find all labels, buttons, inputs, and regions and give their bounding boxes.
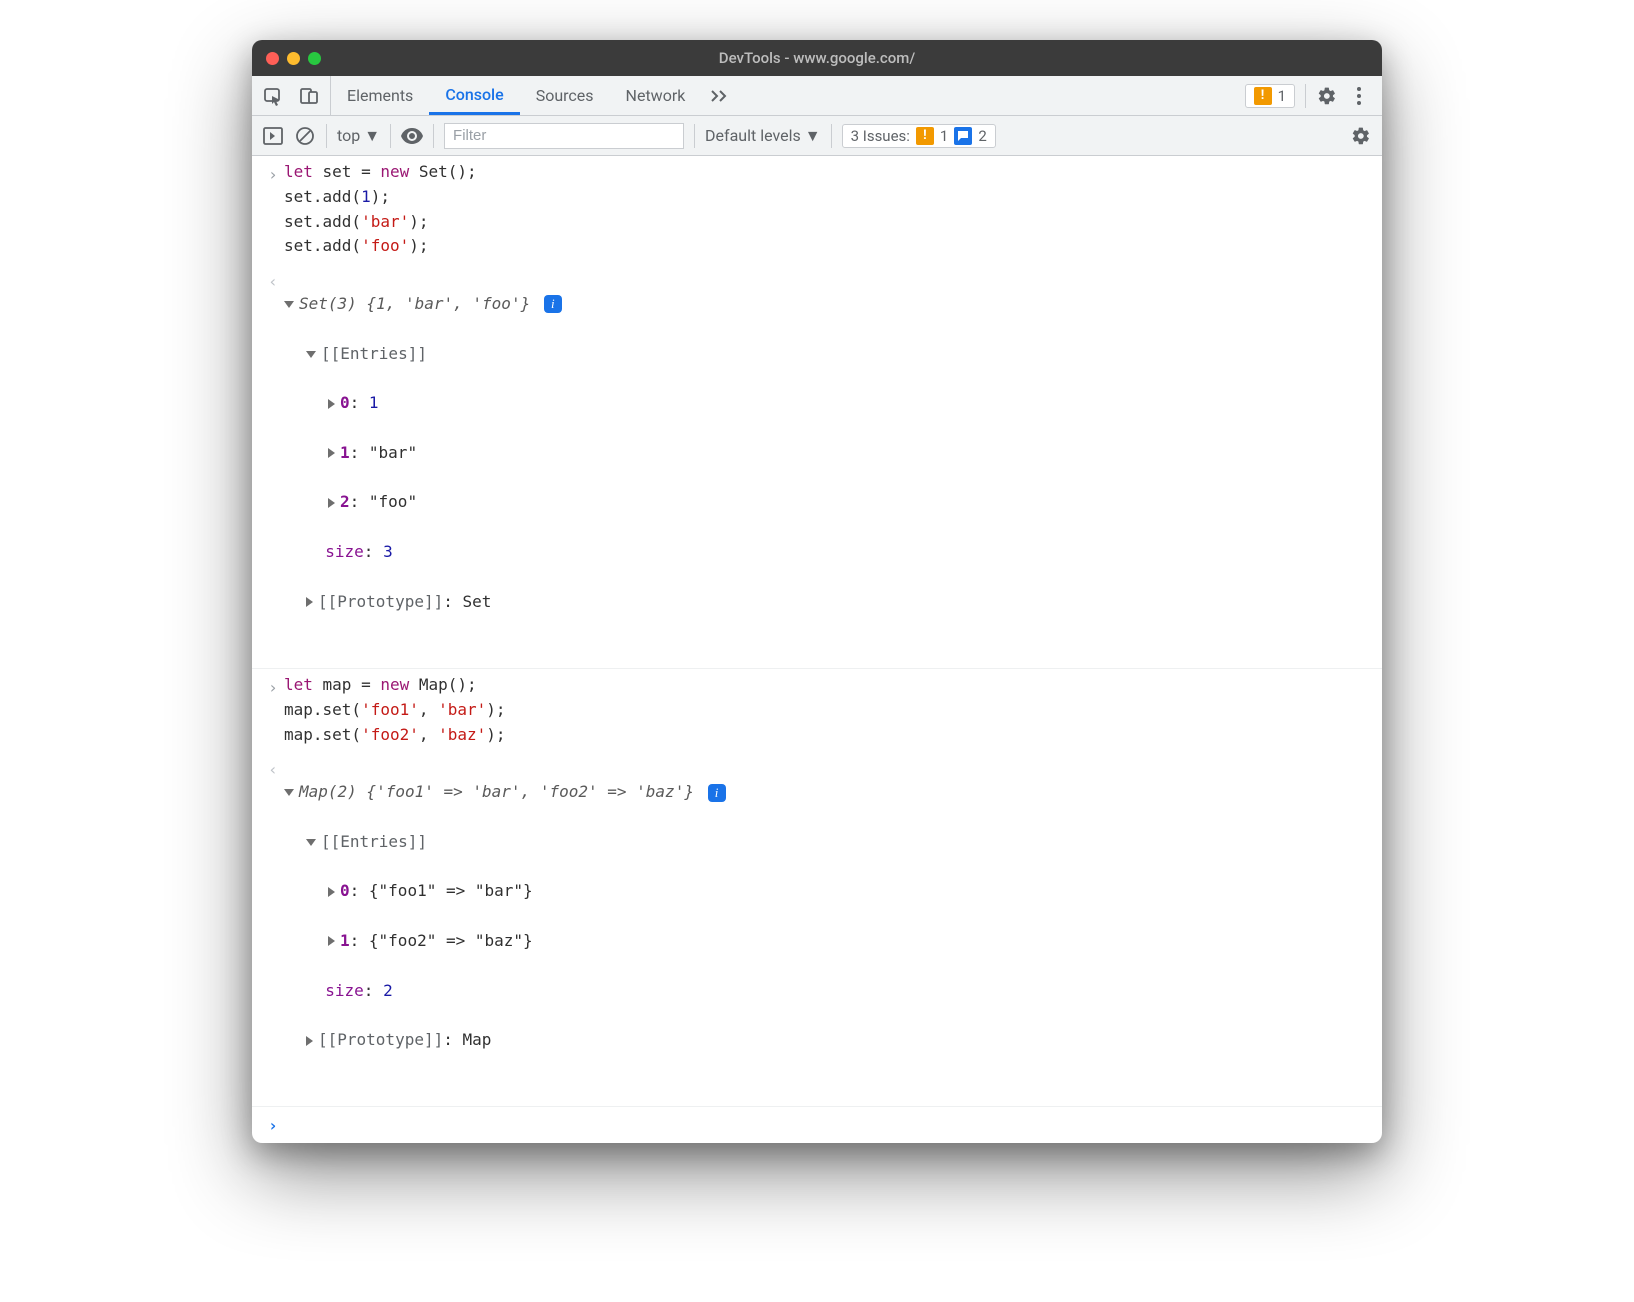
- issues-label: 3 Issues:: [851, 127, 910, 145]
- info-icon[interactable]: i: [708, 784, 726, 802]
- prompt-icon: ›: [262, 160, 284, 259]
- result-body[interactable]: Set(3) {1, 'bar', 'foo'} i [[Entries]] 0…: [284, 267, 1372, 664]
- console-result: ‹ Set(3) {1, 'bar', 'foo'} i [[Entries]]…: [252, 263, 1382, 669]
- window-controls: [266, 52, 321, 65]
- panel-tabs: Elements Console Sources Network: [331, 76, 701, 115]
- expand-toggle-icon[interactable]: [328, 887, 335, 897]
- prompt-icon: ›: [262, 1111, 284, 1139]
- warning-icon: !: [916, 127, 934, 145]
- filter-input[interactable]: [444, 123, 684, 149]
- prompt-icon: ›: [262, 673, 284, 747]
- console-settings-gear-icon[interactable]: [1350, 125, 1372, 147]
- warnings-count[interactable]: ! 1: [1245, 84, 1295, 108]
- expand-toggle-icon[interactable]: [328, 936, 335, 946]
- result-body[interactable]: Map(2) {'foo1' => 'bar', 'foo2' => 'baz'…: [284, 755, 1372, 1102]
- tabs-bar: Elements Console Sources Network ! 1: [252, 76, 1382, 116]
- issues-msg-count: 2: [978, 127, 986, 145]
- console-command: › let set = new Set();set.add(1);set.add…: [252, 156, 1382, 263]
- tab-network[interactable]: Network: [610, 76, 702, 115]
- close-window-button[interactable]: [266, 52, 279, 65]
- chevron-down-icon: ▼: [805, 126, 821, 146]
- expand-toggle-icon[interactable]: [306, 351, 316, 358]
- expand-toggle-icon[interactable]: [328, 498, 335, 508]
- expand-toggle-icon[interactable]: [328, 399, 335, 409]
- divider: [831, 124, 832, 148]
- log-levels-selector[interactable]: Default levels ▼: [705, 126, 821, 146]
- divider: [694, 124, 695, 148]
- command-text: let set = new Set();set.add(1);set.add('…: [284, 160, 1372, 259]
- levels-label: Default levels: [705, 126, 801, 145]
- divider: [433, 124, 434, 148]
- context-label: top: [337, 126, 360, 145]
- message-icon: [954, 127, 972, 145]
- expand-toggle-icon[interactable]: [284, 789, 294, 796]
- tab-elements[interactable]: Elements: [331, 76, 429, 115]
- expand-toggle-icon[interactable]: [306, 1036, 313, 1046]
- chevron-down-icon: ▼: [364, 126, 380, 146]
- info-icon[interactable]: i: [544, 295, 562, 313]
- console-result: ‹ Map(2) {'foo1' => 'bar', 'foo2' => 'ba…: [252, 751, 1382, 1107]
- kebab-menu-icon[interactable]: [1348, 85, 1370, 107]
- divider: [390, 124, 391, 148]
- sidebar-toggle-icon[interactable]: [262, 125, 284, 147]
- tab-sources[interactable]: Sources: [520, 76, 610, 115]
- expand-toggle-icon[interactable]: [328, 448, 335, 458]
- divider: [326, 124, 327, 148]
- warning-icon: !: [1254, 87, 1272, 105]
- tab-console[interactable]: Console: [429, 76, 519, 115]
- context-selector[interactable]: top ▼: [337, 126, 380, 146]
- console-command: › let map = new Map();map.set('foo1', 'b…: [252, 669, 1382, 751]
- issues-box[interactable]: 3 Issues: ! 1 2: [842, 124, 996, 148]
- console-prompt[interactable]: ›: [252, 1107, 1382, 1143]
- expand-toggle-icon[interactable]: [306, 597, 313, 607]
- warnings-number: 1: [1278, 87, 1286, 105]
- console-output: › let set = new Set();set.add(1);set.add…: [252, 156, 1382, 1143]
- expand-toggle-icon[interactable]: [306, 839, 316, 846]
- prompt-input[interactable]: [284, 1111, 1372, 1139]
- expand-toggle-icon[interactable]: [284, 301, 294, 308]
- command-text: let map = new Map();map.set('foo1', 'bar…: [284, 673, 1372, 747]
- return-icon: ‹: [262, 267, 284, 664]
- inspect-controls: [258, 76, 331, 115]
- console-toolbar: top ▼ Default levels ▼ 3 Issues: ! 1 2: [252, 116, 1382, 156]
- more-tabs-icon[interactable]: [701, 76, 741, 115]
- minimize-window-button[interactable]: [287, 52, 300, 65]
- divider: [1305, 84, 1306, 108]
- clear-console-icon[interactable]: [294, 125, 316, 147]
- maximize-window-button[interactable]: [308, 52, 321, 65]
- inspect-element-icon[interactable]: [262, 85, 284, 107]
- eye-icon[interactable]: [401, 125, 423, 147]
- settings-gear-icon[interactable]: [1316, 85, 1338, 107]
- devtools-window: DevTools - www.google.com/ Elements Cons…: [252, 40, 1382, 1143]
- titlebar: DevTools - www.google.com/: [252, 40, 1382, 76]
- window-title: DevTools - www.google.com/: [252, 49, 1382, 67]
- issues-warn-count: 1: [940, 127, 948, 145]
- device-toolbar-icon[interactable]: [298, 85, 320, 107]
- return-icon: ‹: [262, 755, 284, 1102]
